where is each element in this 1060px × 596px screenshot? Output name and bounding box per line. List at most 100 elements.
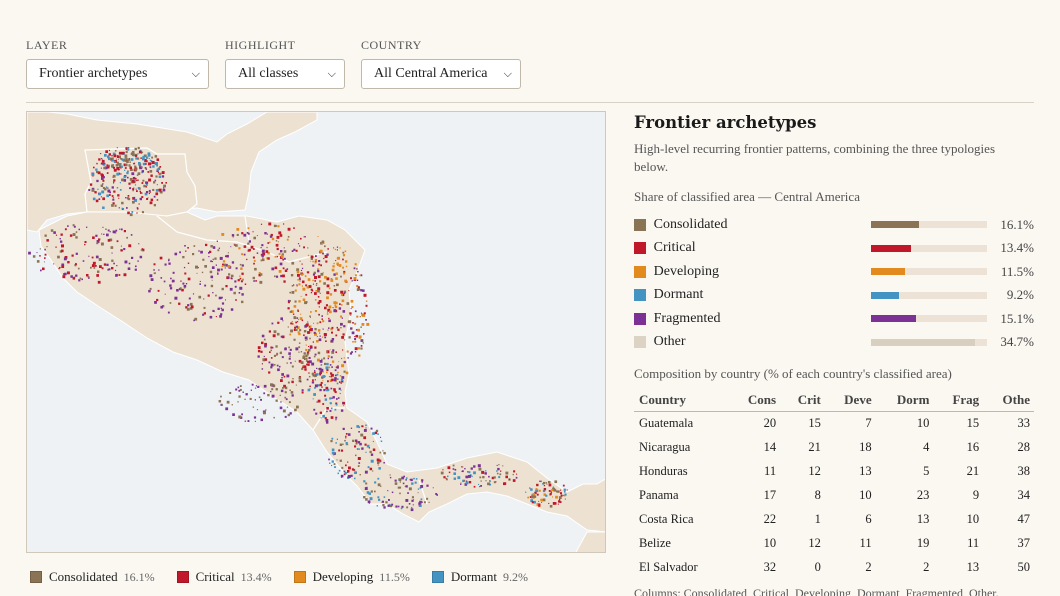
frontier-pixel (477, 464, 481, 468)
frontier-pixel (353, 267, 356, 270)
frontier-pixel (370, 453, 374, 456)
frontier-pixel (111, 164, 114, 167)
panel-title: Frontier archetypes (634, 113, 817, 132)
frontier-pixel (261, 254, 264, 257)
share-row-consolidated[interactable]: Consolidated 16.1% (634, 213, 1034, 237)
column-header[interactable]: Cons (728, 388, 781, 412)
frontier-pixel (82, 260, 85, 262)
frontier-pixel (440, 471, 444, 475)
legend-item-dormant[interactable]: Dormant 9.2% (431, 569, 528, 585)
frontier-pixel (89, 183, 93, 186)
frontier-pixel (320, 264, 322, 267)
frontier-pixel (220, 268, 223, 271)
column-header[interactable]: Othe (983, 388, 1034, 412)
country-select[interactable]: All Central America ⌵ (361, 59, 521, 89)
frontier-pixel (317, 270, 320, 273)
frontier-pixel (234, 244, 236, 246)
frontier-pixel (67, 271, 70, 275)
value-cell: 11 (859, 536, 872, 550)
frontier-pixel (127, 195, 130, 197)
frontier-pixel (187, 304, 190, 307)
column-header[interactable]: Crit (780, 388, 825, 412)
map-canvas[interactable] (27, 112, 606, 553)
frontier-pixel (121, 178, 124, 182)
table-row[interactable]: Costa Rica 22 1 6 13 10 47 (634, 508, 1034, 532)
map-view[interactable] (26, 111, 606, 553)
column-header[interactable]: Deve (824, 388, 876, 412)
frontier-pixel (125, 151, 128, 154)
layer-select[interactable]: Frontier archetypes ⌵ (26, 59, 209, 89)
table-row[interactable]: Guatemala 20 15 7 10 15 33 (634, 412, 1034, 436)
table-row[interactable]: Belize 10 12 11 19 11 37 (634, 532, 1034, 556)
frontier-pixel (341, 357, 343, 360)
frontier-pixel (154, 179, 157, 182)
frontier-pixel (283, 375, 286, 378)
frontier-pixel (125, 197, 127, 199)
share-row-dormant[interactable]: Dormant 9.2% (634, 284, 1034, 308)
table-row[interactable]: Honduras 11 12 13 5 21 38 (634, 460, 1034, 484)
column-header[interactable]: Frag (933, 388, 984, 412)
table-row[interactable]: Nicaragua 14 21 18 4 16 28 (634, 436, 1034, 460)
frontier-pixel (296, 317, 299, 319)
frontier-pixel (356, 268, 358, 270)
frontier-pixel (44, 234, 47, 237)
frontier-pixel (326, 313, 329, 315)
frontier-pixel (296, 285, 298, 287)
column-header[interactable]: Dorm (875, 388, 934, 412)
frontier-pixel (540, 480, 542, 483)
share-row-critical[interactable]: Critical 13.4% (634, 237, 1034, 261)
frontier-pixel (244, 283, 247, 285)
frontier-pixel (311, 381, 315, 384)
frontier-pixel (147, 171, 150, 173)
value-cell: 0 (814, 560, 821, 574)
frontier-pixel (153, 269, 155, 271)
frontier-pixel (266, 233, 268, 235)
frontier-pixel (308, 375, 311, 378)
frontier-pixel (328, 376, 331, 378)
frontier-pixel (342, 254, 346, 257)
frontier-pixel (322, 272, 324, 274)
frontier-pixel (298, 300, 301, 303)
frontier-pixel (354, 310, 357, 313)
frontier-pixel (149, 201, 153, 205)
legend-item-consolidated[interactable]: Consolidated 16.1% (30, 569, 155, 585)
frontier-pixel (512, 479, 516, 482)
share-row-other[interactable]: Other 34.7% (634, 331, 1034, 355)
frontier-pixel (257, 349, 261, 353)
share-row-developing[interactable]: Developing 11.5% (634, 260, 1034, 284)
frontier-pixel (355, 454, 357, 457)
table-row[interactable]: Panama 17 8 10 23 9 34 (634, 484, 1034, 508)
frontier-pixel (479, 485, 481, 488)
frontier-pixel (468, 471, 471, 474)
frontier-pixel (135, 154, 138, 157)
frontier-pixel (284, 415, 287, 418)
frontier-pixel (129, 187, 131, 189)
frontier-pixel (309, 385, 311, 388)
frontier-pixel (338, 361, 340, 363)
frontier-pixel (107, 191, 109, 193)
frontier-pixel (226, 400, 230, 404)
frontier-pixel (327, 357, 329, 360)
table-row[interactable]: El Salvador 32 0 2 2 13 50 (634, 556, 1034, 580)
legend-item-developing[interactable]: Developing 11.5% (293, 569, 410, 585)
highlight-select[interactable]: All classes ⌵ (225, 59, 345, 89)
frontier-pixel (169, 284, 172, 287)
frontier-pixel (421, 479, 424, 482)
frontier-pixel (114, 269, 117, 272)
frontier-pixel (297, 310, 299, 312)
frontier-pixel (298, 346, 301, 349)
frontier-pixel (560, 492, 562, 495)
frontier-pixel (327, 329, 329, 331)
frontier-pixel (44, 248, 46, 251)
frontier-pixel (316, 336, 318, 338)
frontier-pixel (235, 388, 238, 391)
frontier-pixel (279, 351, 282, 355)
frontier-pixel (530, 488, 533, 491)
value-cell: 13 (916, 512, 930, 526)
legend-item-critical[interactable]: Critical 13.4% (176, 569, 272, 585)
frontier-pixel (283, 247, 285, 249)
frontier-pixel (112, 196, 115, 199)
column-header[interactable]: Country (634, 388, 729, 412)
frontier-pixel (288, 352, 291, 355)
share-row-fragmented[interactable]: Fragmented 15.1% (634, 307, 1034, 331)
